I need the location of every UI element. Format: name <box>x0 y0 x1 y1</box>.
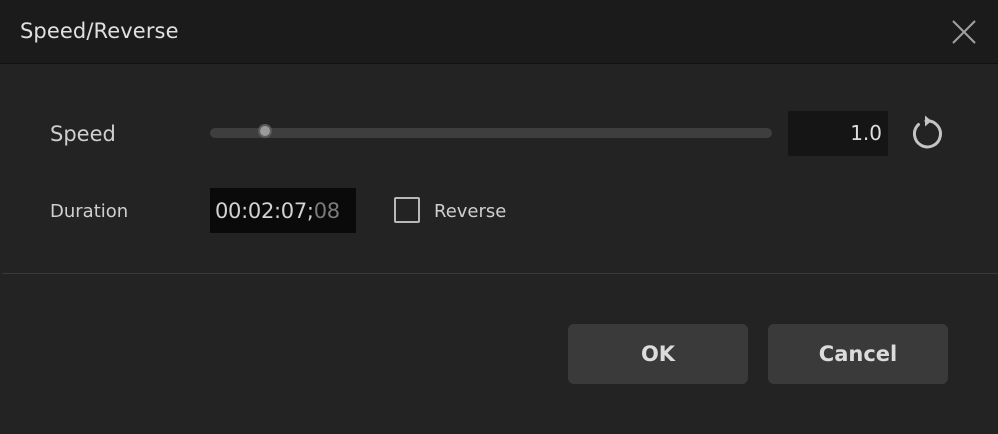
speed-slider-thumb[interactable] <box>258 124 272 138</box>
title-bar: Speed/Reverse <box>0 0 998 64</box>
ok-button[interactable]: OK <box>568 324 748 384</box>
duration-label: Duration <box>50 201 129 222</box>
speed-slider-track[interactable] <box>210 128 772 138</box>
dialog-title: Speed/Reverse <box>20 19 179 43</box>
speed-label: Speed <box>50 122 116 146</box>
close-icon <box>952 20 976 44</box>
speed-reverse-dialog: Speed/Reverse Speed 1.0 Duration 00:02:0… <box>0 0 998 434</box>
cancel-button[interactable]: Cancel <box>768 324 948 384</box>
close-button[interactable] <box>950 18 978 46</box>
reset-speed-button[interactable] <box>906 114 946 154</box>
divider <box>2 273 998 274</box>
reset-icon <box>913 115 942 149</box>
speed-value-input[interactable]: 1.0 <box>788 111 888 156</box>
reverse-label[interactable]: Reverse <box>434 201 506 222</box>
duration-timecode-input[interactable]: 00:02:07;08 <box>210 188 356 233</box>
duration-time: 00:02:07; <box>215 199 314 223</box>
duration-frames: 08 <box>313 199 340 223</box>
reverse-checkbox[interactable] <box>394 197 420 223</box>
